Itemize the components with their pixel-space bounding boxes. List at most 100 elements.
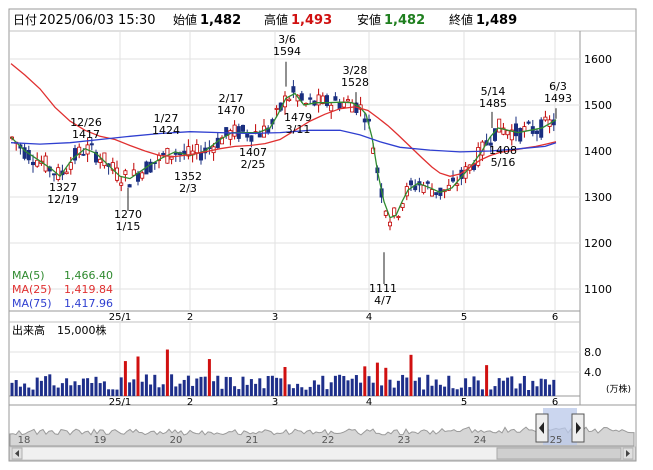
candle-body [261,125,266,138]
navigator-left-handle[interactable] [535,413,549,443]
candle-body [123,170,128,175]
volume-bar [228,377,232,396]
scrollbar-thumb[interactable] [496,447,622,460]
volume-scale-note: 15,000株 [57,323,107,337]
volume-bar [60,383,64,396]
volume-bar [409,354,413,396]
volume-bar [111,389,115,396]
candle-body [333,96,338,101]
candle-body [291,86,296,93]
candle-body [387,221,392,227]
volume-bar [426,374,430,396]
navigator-year-label: 23 [398,435,411,446]
candle-body [316,94,321,106]
volume-bar [522,375,526,396]
legend-ma75-value: 1,417.96 [64,297,113,310]
volume-bar [304,389,308,396]
price-tick-label: 1100 [584,283,612,296]
volume-bar [287,384,291,396]
navigator-year-label: 22 [322,435,335,446]
volume-bar [199,376,203,396]
candle-body [450,177,455,182]
volume-bar [77,385,81,396]
volume-bar [233,386,237,396]
candle-body [337,102,342,109]
volume-bar [380,385,384,396]
candle-body [526,121,531,124]
volume-bar [132,379,136,396]
volume-bar [434,379,438,396]
volume-bar [224,376,228,396]
annotation-bottom: 1424 [152,124,180,137]
month-tick-label: 4 [366,312,372,323]
volume-bar [329,382,333,396]
volume-bar [153,374,157,396]
volume-bar [86,378,90,396]
candle-body [198,152,203,161]
volume-bar [333,375,337,396]
candle-body [392,207,397,216]
volume-bar [245,384,249,396]
volume-bar [94,376,98,396]
navigator-right-handle[interactable] [571,413,585,443]
navigator-year-label: 18 [18,435,31,446]
annotation-bottom: 1/15 [116,220,141,233]
volume-bar [157,387,161,396]
volume-bar [65,378,69,396]
candle-body [396,216,401,218]
annotation-bottom: 1528 [341,76,369,89]
volume-bar [447,375,451,396]
datetime-value: 2025/06/03 15:30 [39,13,156,28]
candle-body [497,118,502,133]
volume-bar [90,382,94,396]
annotation-bottom: 1493 [544,92,572,105]
volume-bar [501,380,505,396]
navigator-year-label: 20 [170,435,183,446]
candle-body [52,173,57,176]
volume-bar [144,374,148,396]
candle-body [89,143,94,146]
volume-bar [14,380,18,396]
candle-body [81,153,86,156]
candle-body [30,161,35,166]
volume-bar [237,389,241,396]
volume-bar [300,387,304,396]
horizontal-scrollbar[interactable] [9,446,636,461]
volume-bar [506,377,510,396]
open-value: 1,482 [200,13,241,28]
volume-tick-4: 4.0 [584,366,602,379]
month-tick-label: 3 [272,312,278,323]
annotation-bottom: 3/11 [286,123,311,136]
volume-bar [18,386,22,396]
volume-bar [317,384,321,396]
volume-bar [195,378,199,396]
candle-body [434,192,439,196]
month-tick-label: 6 [552,312,558,323]
candle-body [383,210,388,216]
price-tick-label: 1300 [584,191,612,204]
volume-bar [312,380,316,396]
close-label: 終値 [449,12,473,27]
low-label: 安値 [357,12,381,27]
low-value: 1,482 [384,13,425,28]
volume-bar [468,387,472,396]
volume-bar [359,382,363,396]
candle-body [140,172,145,179]
volume-bar [136,356,140,396]
volume-bar [128,382,132,396]
range-navigator[interactable]: 18 19 20 21 22 23 24 25 [9,406,635,447]
volume-bar [258,378,262,396]
candle-body [345,99,350,102]
annotation-bottom: 4/7 [374,294,392,307]
volume-bar [275,377,279,396]
legend-ma25-label: MA(25) [12,283,52,296]
volume-bar [249,379,253,396]
volume-bar [27,387,31,396]
volume-bar [291,388,295,396]
navigator-year-label: 19 [94,435,107,446]
volume-bar [388,379,392,396]
volume-bar [401,374,405,396]
volume-bar [254,383,258,396]
volume-bar [191,385,195,396]
volume-bar [476,380,480,396]
